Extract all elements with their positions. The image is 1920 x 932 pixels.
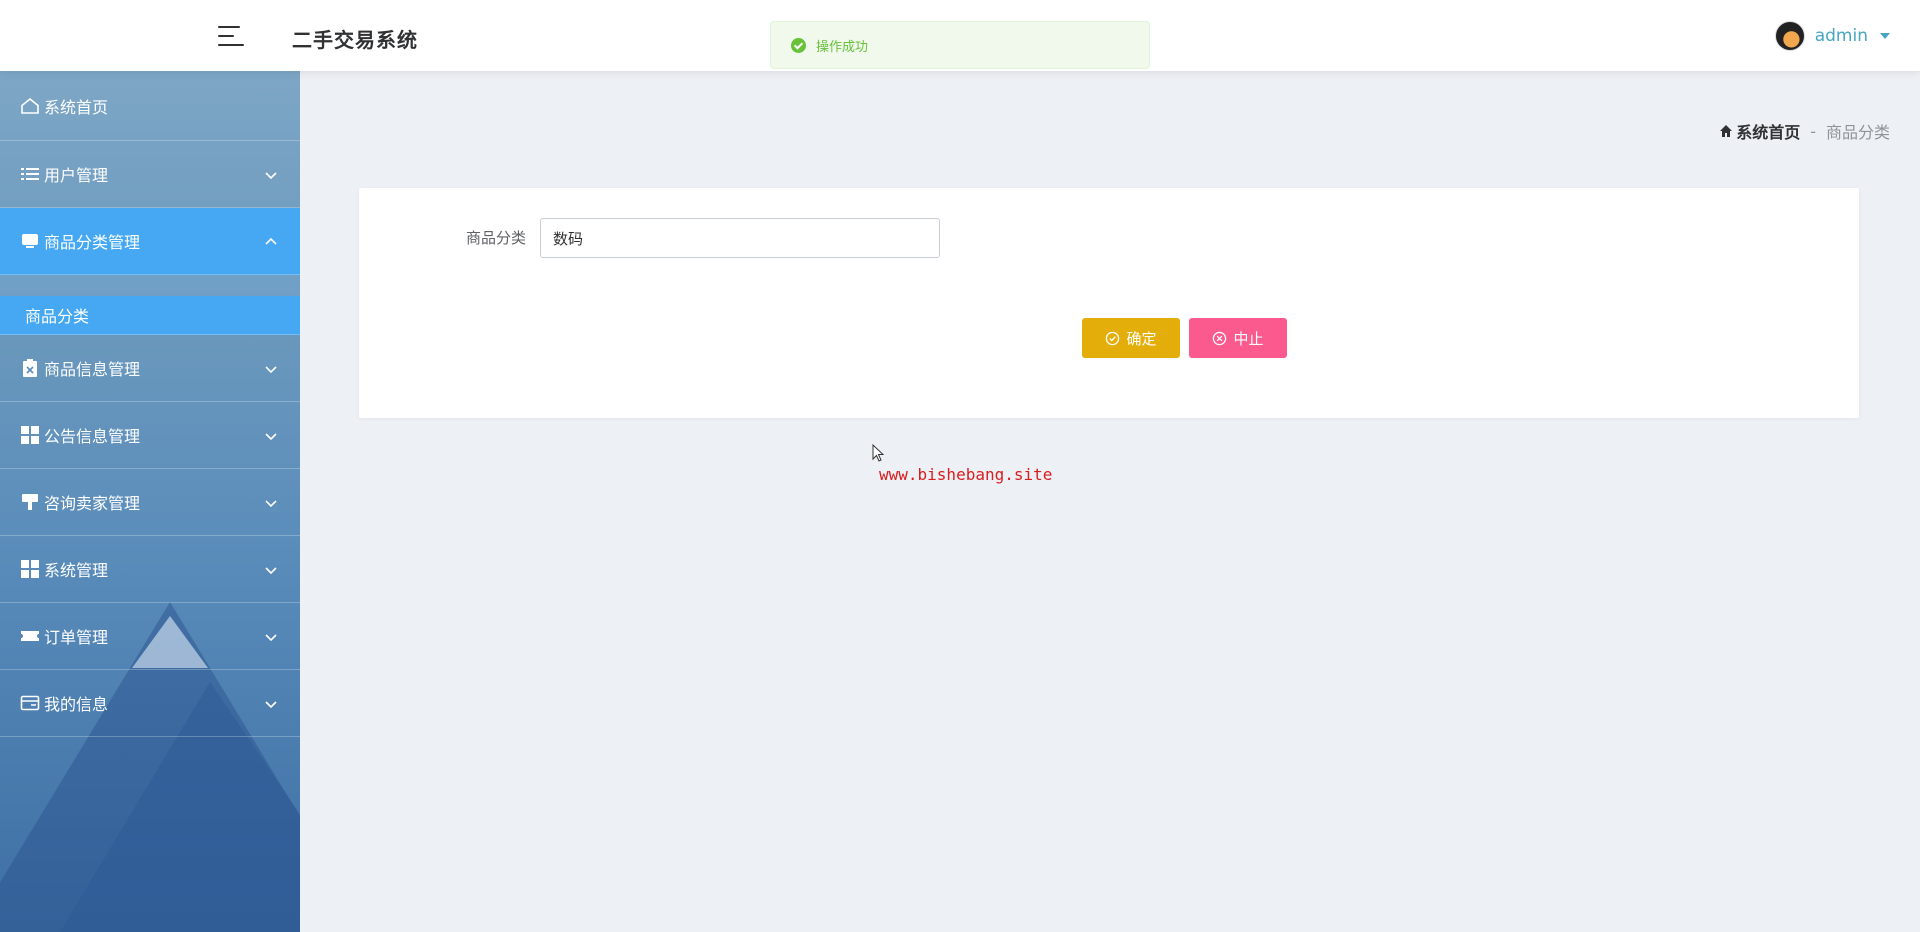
avatar[interactable]	[1774, 21, 1805, 51]
user-menu[interactable]: admin	[1774, 20, 1890, 52]
sidebar-item-notice-management[interactable]: 公告信息管理	[0, 402, 300, 469]
sidebar-item-seller-inquiry[interactable]: 咨询卖家管理	[0, 469, 300, 536]
category-form-card: 商品分类 确定 中止	[359, 188, 1859, 418]
home-icon	[1720, 125, 1733, 137]
toast-message: 操作成功	[816, 39, 869, 55]
sidebar-item-order-management[interactable]: 订单管理	[0, 603, 300, 670]
chevron-down-icon	[264, 428, 278, 442]
sidebar-item-label: 公告信息管理	[44, 427, 141, 446]
ticket-icon	[20, 626, 40, 646]
chevron-down-icon	[264, 562, 278, 576]
home-icon	[20, 96, 40, 116]
sidebar-item-product-management[interactable]: 商品信息管理	[0, 335, 300, 402]
check-circle-icon	[791, 37, 806, 53]
chevron-down-icon	[264, 495, 278, 509]
breadcrumb-separator: -	[1810, 121, 1816, 141]
sidebar-subitem-label: 商品分类	[25, 307, 90, 326]
check-circle-icon	[1106, 331, 1120, 345]
brush-icon	[20, 492, 40, 512]
success-toast: 操作成功	[770, 21, 1150, 69]
card-icon	[20, 693, 40, 713]
clipboard-icon	[20, 358, 40, 378]
sidebar-subitem-category[interactable]: 商品分类	[0, 296, 300, 335]
chevron-down-icon	[264, 361, 278, 375]
chevron-up-icon	[264, 234, 278, 248]
watermark-text: www.bishebang.site	[879, 465, 1053, 484]
sidebar-menu: 系统首页 用户管理 商品分类管理 商品分类 商品信息管理 公告信息管理 咨询卖家…	[0, 71, 300, 737]
grid-icon	[20, 559, 40, 579]
sidebar-item-home[interactable]: 系统首页	[0, 71, 300, 141]
grid-icon	[20, 425, 40, 445]
sidebar-item-users[interactable]: 用户管理	[0, 141, 300, 208]
username[interactable]: admin	[1815, 26, 1868, 46]
confirm-button[interactable]: 确定	[1082, 318, 1180, 358]
sidebar-item-category-management[interactable]: 商品分类管理	[0, 208, 300, 275]
sidebar-item-label: 我的信息	[44, 695, 109, 714]
sidebar-item-system-management[interactable]: 系统管理	[0, 536, 300, 603]
submenu-spacer	[0, 275, 300, 296]
chevron-down-icon	[264, 629, 278, 643]
close-circle-icon	[1213, 331, 1227, 345]
category-input[interactable]	[540, 218, 940, 258]
sidebar-item-label: 订单管理	[44, 628, 109, 647]
breadcrumb-current: 商品分类	[1825, 123, 1890, 142]
sidebar-item-label: 系统管理	[44, 561, 109, 580]
confirm-button-label: 确定	[1126, 329, 1157, 348]
mouse-cursor-icon	[872, 444, 885, 462]
breadcrumb-home-label[interactable]: 系统首页	[1736, 119, 1800, 143]
sidebar-item-my-info[interactable]: 我的信息	[0, 670, 300, 737]
chevron-down-icon	[264, 696, 278, 710]
category-field-label: 商品分类	[466, 229, 527, 247]
sidebar-item-label: 商品信息管理	[44, 360, 141, 379]
sidebar-item-label: 用户管理	[44, 166, 109, 185]
sidebar-item-label: 咨询卖家管理	[44, 494, 141, 513]
breadcrumb: 系统首页 - 商品分类	[1719, 119, 1890, 143]
menu-toggle-icon[interactable]	[218, 24, 246, 48]
app-title: 二手交易系统	[292, 28, 418, 52]
cancel-button-label: 中止	[1233, 329, 1264, 348]
chevron-down-icon	[264, 167, 278, 181]
list-icon	[20, 164, 40, 184]
sidebar-item-label: 系统首页	[44, 97, 109, 117]
sidebar: 系统首页 用户管理 商品分类管理 商品分类 商品信息管理 公告信息管理 咨询卖家…	[0, 71, 300, 932]
breadcrumb-home[interactable]: 系统首页	[1719, 119, 1800, 143]
caret-down-icon[interactable]	[1880, 33, 1890, 39]
sidebar-item-label: 商品分类管理	[44, 233, 141, 252]
tray-icon	[20, 231, 40, 251]
cancel-button[interactable]: 中止	[1189, 318, 1287, 358]
